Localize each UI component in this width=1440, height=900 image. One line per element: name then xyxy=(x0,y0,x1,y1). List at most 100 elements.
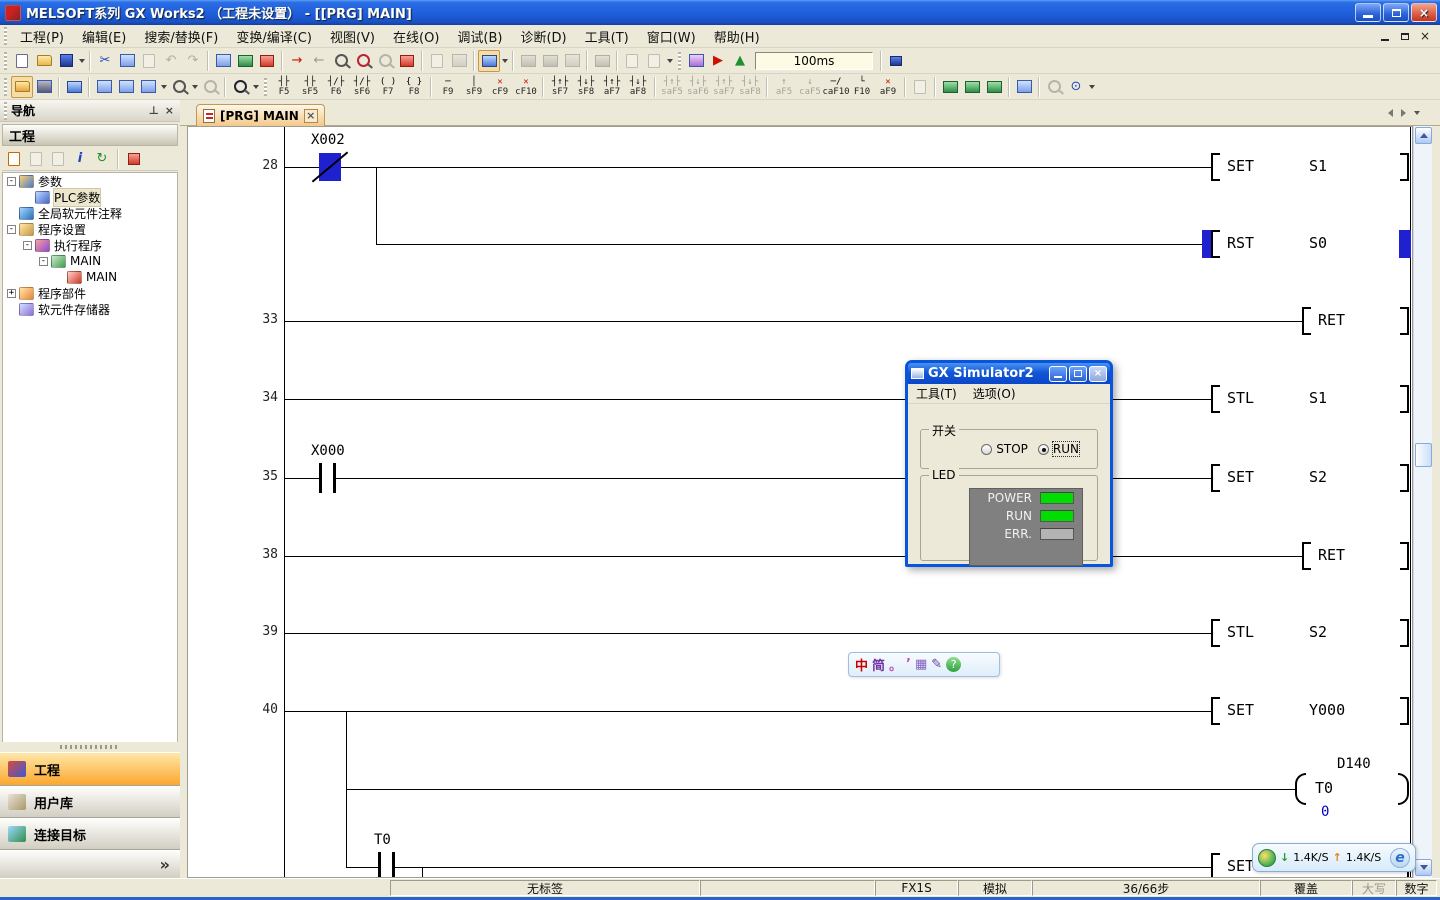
tree-item-execution-program[interactable]: - 执行程序 xyxy=(3,237,177,253)
browser-icon[interactable]: e xyxy=(1390,848,1410,868)
ladder-vline-button[interactable]: │sF9 xyxy=(461,75,487,99)
scan-exec-button[interactable] xyxy=(685,50,707,72)
toolbar1-grip[interactable] xyxy=(4,52,7,70)
menu-tools[interactable]: 工具(T) xyxy=(576,24,638,49)
ladder-falling-branch-button[interactable]: ┤↓├aF8 xyxy=(625,75,651,99)
nav-grip[interactable] xyxy=(4,102,7,120)
coil-stl-s1[interactable]: STL S1 xyxy=(1211,385,1409,413)
cross-reference-button[interactable] xyxy=(229,76,251,98)
tree-item-global-comment[interactable]: 全局软元件注释 xyxy=(3,205,177,221)
mdi-restore-button[interactable] xyxy=(1398,30,1412,43)
ladder-close-contact-button[interactable]: ┤/├F6 xyxy=(323,75,349,99)
ladder-toolbar-grip[interactable] xyxy=(264,78,267,96)
ladder-hline-button[interactable]: ─F9 xyxy=(435,75,461,99)
new-project-button[interactable] xyxy=(11,50,33,72)
ladder-rising-branch-button[interactable]: ┤↑├aF7 xyxy=(599,75,625,99)
device-view-dropdown[interactable] xyxy=(159,76,168,98)
coil-timer-t0[interactable]: T0 xyxy=(1295,775,1409,803)
ladder-invert-result-button[interactable]: ─/caF10 xyxy=(823,75,849,99)
close-button[interactable]: × xyxy=(1411,3,1437,22)
tab-prg-main[interactable]: [PRG] MAIN × xyxy=(196,104,325,126)
menu-convert-compile[interactable]: 变换/编译(C) xyxy=(227,24,321,49)
cut-button[interactable]: ✂ xyxy=(94,50,116,72)
find-zoom-red2-button[interactable] xyxy=(396,50,418,72)
stl-instruction-button[interactable] xyxy=(909,76,931,98)
ladder-pulse-open-branch-button[interactable]: ┤↑├saF7 xyxy=(711,75,737,99)
device-test-button[interactable] xyxy=(1043,76,1065,98)
comment-display-button[interactable] xyxy=(426,50,448,72)
coil-rst-s0[interactable]: RST S0 xyxy=(1211,230,1409,258)
simulator-title-bar[interactable]: GX Simulator2 × xyxy=(908,363,1110,384)
coil-stl-s2[interactable]: STL S2 xyxy=(1211,619,1409,647)
navigation-window-button[interactable] xyxy=(11,76,33,98)
ime-soft-keyboard-icon[interactable]: ▦ xyxy=(915,657,927,672)
mdi-close-button[interactable]: × xyxy=(1418,30,1432,43)
sidebar-more-bar[interactable]: » xyxy=(0,850,180,878)
ladder-falling-pulse-button[interactable]: ┤↓├sF8 xyxy=(573,75,599,99)
network-speed-widget[interactable]: ↓ 1.4K/S ↑ 1.4K/S e xyxy=(1252,843,1416,872)
menu-diagnostics[interactable]: 诊断(D) xyxy=(511,24,575,49)
undo-button[interactable]: ↶ xyxy=(160,50,182,72)
tree-item-plc-parameters[interactable]: PLC参数 xyxy=(3,189,177,205)
tree-item-parameters[interactable]: - 参数 xyxy=(3,173,177,189)
device-view-button[interactable] xyxy=(137,76,159,98)
monitor-dropdown[interactable] xyxy=(500,50,509,72)
monitor-mode-button[interactable] xyxy=(478,50,500,72)
minimize-button[interactable] xyxy=(1355,3,1381,22)
copy-button[interactable] xyxy=(116,50,138,72)
watch2-button[interactable] xyxy=(539,50,561,72)
ladder-open-branch-button[interactable]: ┤├sF5 xyxy=(297,75,323,99)
watch3-button[interactable] xyxy=(561,50,583,72)
ladder-open-contact-button[interactable]: ┤├F5 xyxy=(271,75,297,99)
error-jump-button[interactable]: ▲ xyxy=(729,50,751,72)
tab-scroll-right-icon[interactable] xyxy=(1401,109,1406,117)
menu-edit[interactable]: 编辑(E) xyxy=(73,24,135,49)
scroll-up-button[interactable] xyxy=(1415,127,1432,144)
coil-ret-2[interactable]: RET xyxy=(1302,542,1409,570)
ladder-delete-hline-button[interactable]: ✕cF9 xyxy=(487,75,513,99)
save-project-button[interactable] xyxy=(55,50,77,72)
find-dropdown[interactable] xyxy=(190,76,199,98)
nav-close-icon[interactable]: × xyxy=(165,104,174,117)
file-dropdown[interactable] xyxy=(77,50,86,72)
ime-fullwidth-icon[interactable]: ’ xyxy=(906,657,911,672)
ime-chinese-mode-icon[interactable]: 中 xyxy=(855,655,868,674)
device-replace-button[interactable] xyxy=(256,50,278,72)
ime-tools-icon[interactable]: ✎ xyxy=(931,657,942,672)
sidebar-button-project[interactable]: 工程 xyxy=(0,752,180,786)
expander-icon[interactable]: + xyxy=(7,289,16,298)
ladder-delete-button[interactable]: ✕aF9 xyxy=(875,75,901,99)
sim-toolbar-grip[interactable] xyxy=(678,52,681,70)
trace-dropdown[interactable] xyxy=(665,50,674,72)
inline-st-button[interactable] xyxy=(939,76,961,98)
ladder-more-dropdown[interactable] xyxy=(1087,76,1096,98)
find-zoom-red-button[interactable] xyxy=(352,50,374,72)
sim-maximize-button[interactable] xyxy=(1069,366,1087,382)
ime-simplified-icon[interactable]: 简 xyxy=(872,655,885,674)
vertical-scrollbar[interactable] xyxy=(1413,126,1432,878)
coil-ret-1[interactable]: RET xyxy=(1302,307,1409,335)
device-display-button[interactable] xyxy=(234,50,256,72)
coil-set-s1[interactable]: SET S1 xyxy=(1211,153,1409,181)
scrollbar-thumb[interactable] xyxy=(1415,443,1432,467)
edit-comment-button[interactable] xyxy=(1013,76,1035,98)
graph2-button[interactable] xyxy=(643,50,665,72)
find-zoom-green-button[interactable] xyxy=(330,50,352,72)
pin-icon[interactable]: ⊥ xyxy=(149,104,159,117)
restore-button[interactable] xyxy=(1383,3,1409,22)
edit-coil-button[interactable] xyxy=(983,76,1005,98)
find-device-button[interactable] xyxy=(168,76,190,98)
run-radio-label[interactable]: RUN xyxy=(1053,442,1079,456)
ladder-vline-draw-button[interactable]: └F10 xyxy=(849,75,875,99)
sim-close-button[interactable]: × xyxy=(1089,366,1107,382)
cross-ref-dropdown[interactable] xyxy=(251,76,260,98)
menu-debug[interactable]: 调试(B) xyxy=(448,24,511,49)
menu-help[interactable]: 帮助(H) xyxy=(705,24,769,49)
ime-punctuation-icon[interactable]: 。 xyxy=(889,655,902,674)
tree-item-program-setting[interactable]: - 程序设置 xyxy=(3,221,177,237)
ladder-rising-pulse-button[interactable]: ┤↑├sF7 xyxy=(547,75,573,99)
graph1-button[interactable] xyxy=(621,50,643,72)
ladder-delete-vline-button[interactable]: ✕cF10 xyxy=(513,75,539,99)
run-radio[interactable] xyxy=(1038,444,1049,455)
sim-minimize-button[interactable] xyxy=(1049,366,1067,382)
